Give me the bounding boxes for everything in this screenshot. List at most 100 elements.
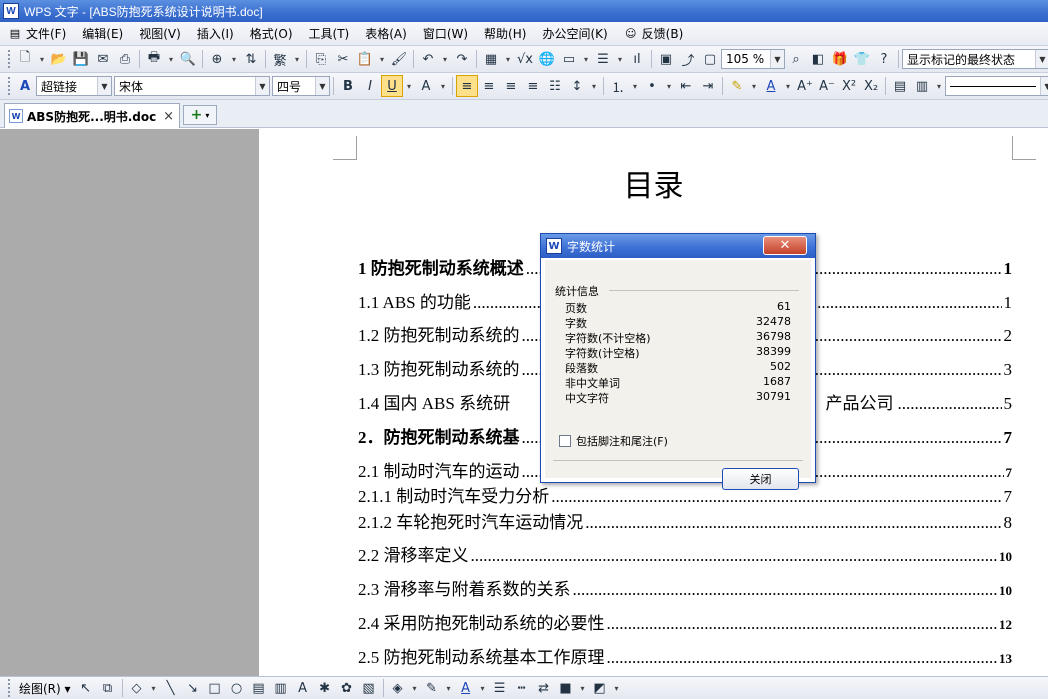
close-button[interactable]: 关闭 [722,468,799,490]
cut-icon[interactable]: ✂ [332,48,354,70]
menu-view[interactable]: 视图(V) [131,25,189,42]
menu-edit[interactable]: 编辑(E) [74,25,131,42]
chevron-down-icon[interactable]: ▾ [614,48,626,70]
line-style-icon[interactable]: ☰ [489,677,511,699]
select-arrow-icon[interactable]: ↖ [75,677,97,699]
frame-icon[interactable]: ▢ [699,48,721,70]
decrease-indent-icon[interactable]: ⇤ [675,75,697,97]
globe-icon[interactable]: 🌐 [536,48,558,70]
dash-style-icon[interactable]: ┅ [511,677,533,699]
numbered-list-icon[interactable]: ⒈ [607,75,629,97]
track-changes-select[interactable]: 显示标记的最终状态 ▼ [902,49,1048,69]
clipart-icon[interactable]: ✿ [336,677,358,699]
page-break-icon[interactable]: ⇅ [240,48,262,70]
font-color-icon[interactable]: A [760,75,782,97]
align-center-icon[interactable]: ≡ [478,75,500,97]
distributed-icon[interactable]: ☷ [544,75,566,97]
chevron-down-icon[interactable]: ▾ [588,75,600,97]
shrink-font-icon[interactable]: A⁻ [816,75,838,97]
formula-icon[interactable]: √x [514,48,536,70]
chevron-down-icon[interactable]: ▾ [291,48,303,70]
3d-icon[interactable]: ◩ [589,677,611,699]
chevron-down-icon[interactable]: ▾ [228,48,240,70]
font-color-icon[interactable]: A [455,677,477,699]
draw-menu-button[interactable]: 绘图(R) ▾ [15,680,75,697]
tab-document[interactable]: W ABS防抱死...明书.doc × [4,103,180,128]
chevron-down-icon[interactable]: ▾ [502,48,514,70]
grow-font-icon[interactable]: A⁺ [794,75,816,97]
border-icon[interactable]: ▤ [889,75,911,97]
menu-table[interactable]: 表格(A) [357,25,415,42]
paste-icon[interactable]: 📋 [354,48,376,70]
justify-icon[interactable]: ≡ [522,75,544,97]
undo-icon[interactable]: ↶ [417,48,439,70]
align-right-icon[interactable]: ≡ [500,75,522,97]
open-folder-icon[interactable]: 📂 [48,48,70,70]
toc-entry[interactable]: 2.2 滑移率定义10 [358,541,1012,566]
align-left-icon[interactable]: ≡ [456,75,478,97]
chevron-down-icon[interactable]: ▾ [629,75,641,97]
chevron-down-icon[interactable]: ▾ [409,677,421,699]
mail-icon[interactable]: ✉ [92,48,114,70]
autoshapes-icon[interactable]: ◇ [126,677,148,699]
arrow-icon[interactable]: ↘ [182,677,204,699]
toolbar-grip[interactable] [8,77,10,95]
text-effect-icon[interactable]: A [415,75,437,97]
menu-tools[interactable]: 工具(T) [301,25,358,42]
line-spacing-icon[interactable]: ↕ [566,75,588,97]
chevron-down-icon[interactable]: ▾ [782,75,794,97]
highlight-icon[interactable]: ✎ [726,75,748,97]
menu-window[interactable]: 窗口(W) [415,25,476,42]
font-select[interactable]: 宋体 ▼ [114,76,270,96]
text-box-icon[interactable]: ▭ [558,48,580,70]
chevron-down-icon[interactable]: ▾ [477,677,489,699]
chevron-down-icon[interactable]: ▾ [443,677,455,699]
columns-icon[interactable]: ☰ [592,48,614,70]
italic-icon[interactable]: I [359,75,381,97]
include-footnotes-checkbox[interactable]: 包括脚注和尾注(F) [559,433,668,449]
toc-entry[interactable]: 2.5 防抱死制动系统基本工作原理13 [358,643,1012,668]
help-window-icon[interactable]: ◧ [807,48,829,70]
line-color-icon[interactable]: ✎ [421,677,443,699]
close-icon[interactable]: × [163,109,174,124]
pdf-icon[interactable]: ⎙ [114,48,136,70]
toc-entry[interactable]: 2.1.2 车轮抱死时汽车运动情况8 [358,508,1012,533]
line-icon[interactable]: ╲ [160,677,182,699]
copy-icon[interactable]: ⎘ [310,48,332,70]
rectangle-icon[interactable]: □ [204,677,226,699]
vertical-text-icon[interactable]: ▥ [270,677,292,699]
chevron-down-icon[interactable]: ▾ [663,75,675,97]
chevron-down-icon[interactable]: ▾ [748,75,760,97]
chevron-down-icon[interactable]: ▾ [933,75,945,97]
shadow-icon[interactable]: ■ [555,677,577,699]
chevron-down-icon[interactable]: ▾ [580,48,592,70]
new-tab-button[interactable]: + ▾ [183,105,217,125]
toc-entry[interactable]: 2.3 滑移率与附着系数的关系10 [358,575,1012,600]
menu-file[interactable]: ▤ 文件(F) [0,25,74,42]
print-preview-icon[interactable]: 🔍 [177,48,199,70]
picture-icon[interactable]: ▧ [358,677,380,699]
chart-icon[interactable]: ıl [626,48,648,70]
toc-entry[interactable]: 2.4 采用防抱死制动系统的必要性12 [358,609,1012,634]
chevron-down-icon[interactable]: ▾ [36,48,48,70]
new-doc-icon[interactable]: 🗋 [14,48,36,70]
gift-icon[interactable]: 🎁 [829,48,851,70]
traditional-chinese-icon[interactable]: 繁 [269,48,291,70]
help-icon[interactable]: ? [873,48,895,70]
redo-icon[interactable]: ↷ [451,48,473,70]
save-icon[interactable]: 💾 [70,48,92,70]
wordart-icon[interactable]: A [292,677,314,699]
word-count-icon[interactable]: ▣ [655,48,677,70]
line-style-select[interactable]: ▼ [945,76,1048,96]
table-icon[interactable]: ▦ [480,48,502,70]
toolbar-grip[interactable] [8,50,10,68]
select-objects-icon[interactable]: ⧉ [97,677,119,699]
chevron-down-icon[interactable]: ▾ [165,48,177,70]
shirt-icon[interactable]: 👕 [851,48,873,70]
menu-insert[interactable]: 插入(I) [189,25,242,42]
menu-feedback[interactable]: ☺ 反馈(B) [616,25,692,42]
shading-icon[interactable]: ▥ [911,75,933,97]
text-box-icon[interactable]: ▤ [248,677,270,699]
chevron-down-icon[interactable]: ▾ [376,48,388,70]
font-size-select[interactable]: 四号 ▼ [272,76,330,96]
